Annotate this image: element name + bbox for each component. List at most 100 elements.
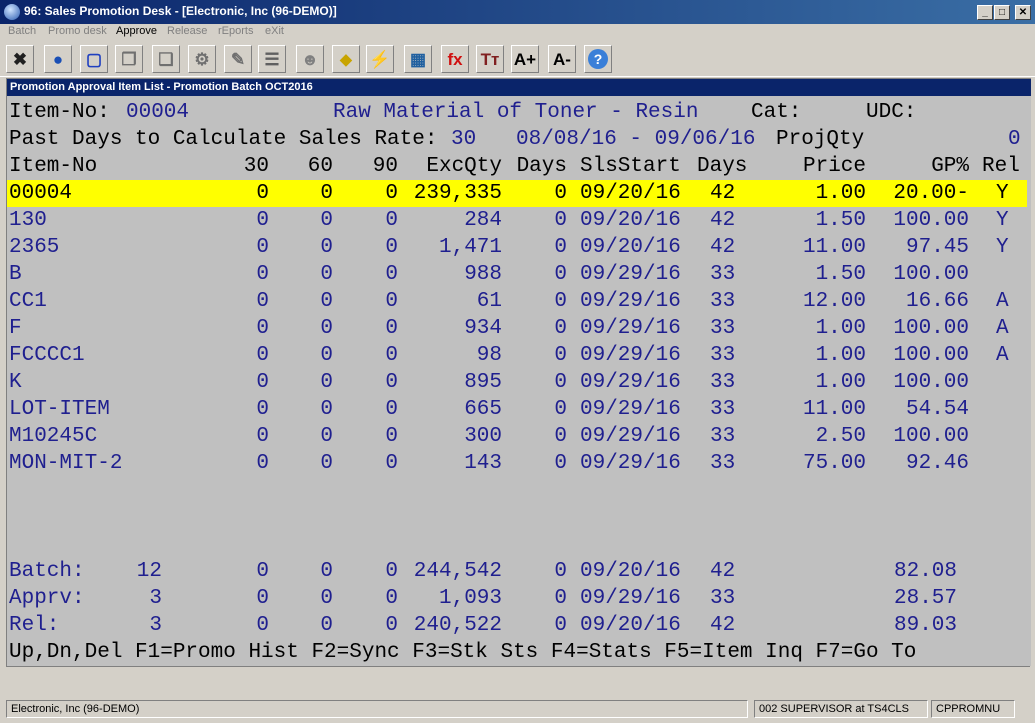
- total-days: 0: [554, 614, 567, 637]
- window-title: 96: Sales Promotion Desk - [Electronic, …: [24, 4, 337, 18]
- input-area: [6, 666, 1030, 695]
- font-smaller-button[interactable]: A-: [548, 45, 576, 73]
- table-row[interactable]: K 0 0 0 895 0 09/29/16 33 1.00 100.00: [7, 369, 1027, 396]
- hdr-60: 60: [307, 155, 333, 178]
- cell-price: 1.00: [815, 344, 866, 367]
- cell-d30: 0: [256, 317, 269, 340]
- cell-days: 0: [554, 425, 567, 448]
- help-button[interactable]: ?: [584, 45, 612, 73]
- cell-start: 09/20/16: [580, 209, 681, 232]
- hdr-price: Price: [802, 155, 866, 178]
- status-user: 002 SUPERVISOR at TS4CLS: [754, 700, 928, 718]
- cell-start: 09/29/16: [580, 371, 681, 394]
- cell-days2: 42: [710, 236, 736, 259]
- tag-button[interactable]: ⬥: [332, 45, 360, 73]
- days-label: Past Days to Calculate Sales Rate:: [9, 128, 438, 151]
- table-row[interactable]: CC1 0 0 0 61 0 09/29/16 33 12.00 16.66 A: [7, 288, 1027, 315]
- font-larger-icon: A+: [513, 49, 537, 69]
- item-no-label: Item-No:: [9, 101, 110, 124]
- item-no-value: 00004: [126, 101, 190, 124]
- total-days: 0: [554, 587, 567, 610]
- cell-d90: 0: [385, 344, 398, 367]
- total-start: 09/20/16: [580, 560, 681, 583]
- globe-button[interactable]: ●: [44, 45, 72, 73]
- cell-d30: 0: [256, 209, 269, 232]
- cell-d30: 0: [256, 182, 269, 205]
- menu-approve[interactable]: Approve: [116, 25, 157, 37]
- table-row[interactable]: 2365 0 0 0 1,471 0 09/20/16 42 11.00 97.45 Y: [7, 234, 1027, 261]
- menu-reports[interactable]: rEports: [218, 25, 253, 37]
- cell-rel: Y: [996, 209, 1009, 232]
- total-d30: 0: [256, 560, 269, 583]
- cell-gp: 100.00: [893, 209, 969, 232]
- menu-release[interactable]: Release: [167, 25, 207, 37]
- settings-button[interactable]: ⚙: [188, 45, 216, 73]
- cell-d30: 0: [256, 263, 269, 286]
- screen-title: Promotion Approval Item List - Promotion…: [7, 79, 1031, 96]
- cell-item: M10245C: [9, 425, 98, 448]
- table-row[interactable]: F 0 0 0 934 0 09/29/16 33 1.00 100.00 A: [7, 315, 1027, 342]
- table-row[interactable]: 130 0 0 0 284 0 09/20/16 42 1.50 100.00 Y: [7, 207, 1027, 234]
- table-row[interactable]: MON-MIT-2 0 0 0 143 0 09/29/16 33 75.00 92.46: [7, 450, 1027, 477]
- menu-exit[interactable]: eXit: [265, 25, 284, 37]
- close-button[interactable]: ✕: [1015, 5, 1031, 20]
- select-button[interactable]: ▢: [80, 45, 108, 73]
- calendar-icon: ▦: [409, 49, 427, 69]
- list-button[interactable]: ☰: [258, 45, 286, 73]
- lightning-button[interactable]: ⚡: [366, 45, 394, 73]
- total-days2: 33: [710, 587, 736, 610]
- cell-gp: 20.00-: [893, 182, 969, 205]
- cell-d60: 0: [320, 425, 333, 448]
- days-value: 30: [451, 128, 477, 151]
- globe-icon: ●: [52, 49, 64, 69]
- toolbar: ✖ ● ▢ ❐ ❑ ⚙ ✎ ☰ ☻ ⬥ ⚡ ▦ fx Tт A+ A-?: [0, 42, 1035, 77]
- calendar-button[interactable]: ▦: [404, 45, 432, 73]
- cell-start: 09/29/16: [580, 317, 681, 340]
- paste-button[interactable]: ❑: [152, 45, 180, 73]
- edit-button[interactable]: ✎: [224, 45, 252, 73]
- font-larger-button[interactable]: A+: [511, 45, 539, 73]
- cell-start: 09/29/16: [580, 425, 681, 448]
- table-row[interactable]: LOT-ITEM 0 0 0 665 0 09/29/16 33 11.00 54.54: [7, 396, 1027, 423]
- cell-gp: 16.66: [905, 290, 969, 313]
- cell-d90: 0: [385, 263, 398, 286]
- minimize-button[interactable]: _: [977, 5, 993, 20]
- cell-rel: Y: [996, 182, 1009, 205]
- total-d90: 0: [385, 560, 398, 583]
- font-button[interactable]: Tт: [476, 45, 504, 73]
- projqty-label: ProjQty: [776, 128, 865, 151]
- cell-days2: 33: [710, 344, 736, 367]
- hdr-days2: Days: [697, 155, 748, 178]
- total-exc: 244,542: [413, 560, 502, 583]
- maximize-button[interactable]: □: [994, 5, 1010, 20]
- table-row[interactable]: FCCCC1 0 0 0 98 0 09/29/16 33 1.00 100.00 A: [7, 342, 1027, 369]
- menu-batch[interactable]: Batch: [8, 25, 36, 37]
- hdr-90: 90: [372, 155, 398, 178]
- cell-item: LOT-ITEM: [9, 398, 110, 421]
- cell-item: B: [9, 263, 22, 286]
- help-icon: ?: [588, 49, 608, 69]
- table-row[interactable]: M10245C 0 0 0 300 0 09/29/16 33 2.50 100.00: [7, 423, 1027, 450]
- cat-label: Cat:: [751, 101, 802, 124]
- cell-d60: 0: [320, 236, 333, 259]
- cell-d60: 0: [320, 209, 333, 232]
- total-days: 0: [554, 560, 567, 583]
- table-row[interactable]: B 0 0 0 988 0 09/29/16 33 1.50 100.00: [7, 261, 1027, 288]
- cell-gp: 54.54: [905, 398, 969, 421]
- copy-icon: ❐: [121, 49, 137, 69]
- function-button[interactable]: fx: [441, 45, 469, 73]
- cell-d30: 0: [256, 290, 269, 313]
- date-range: 08/08/16 - 09/06/16: [516, 128, 756, 151]
- users-icon: ☻: [301, 49, 319, 69]
- close-tool-button[interactable]: ✖: [6, 45, 34, 73]
- tag-icon: ⬥: [340, 49, 352, 69]
- copy-button[interactable]: ❐: [115, 45, 143, 73]
- cell-exc: 143: [464, 452, 502, 475]
- cell-item: CC1: [9, 290, 47, 313]
- hdr-30: 30: [243, 155, 269, 178]
- users-button[interactable]: ☻: [296, 45, 324, 73]
- cell-gp: 92.46: [905, 452, 969, 475]
- table-row[interactable]: 00004 0 0 0 239,335 0 09/20/16 42 1.00 20.00- Y: [7, 180, 1027, 207]
- menu-promo-desk[interactable]: Promo desk: [48, 25, 107, 37]
- cell-d90: 0: [385, 236, 398, 259]
